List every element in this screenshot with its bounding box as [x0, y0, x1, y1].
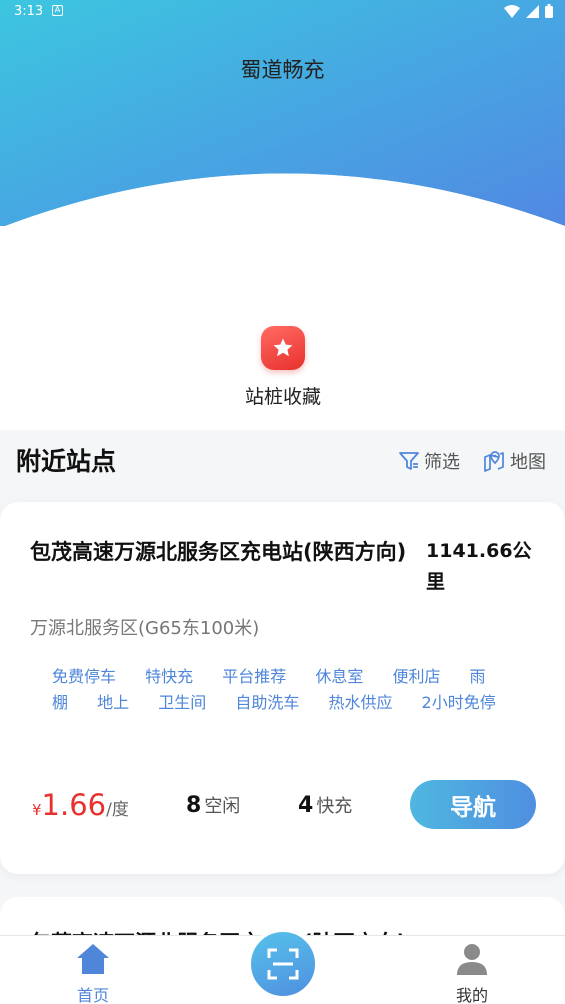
price-unit: /度: [106, 800, 129, 820]
fast-label: 快充: [316, 796, 353, 817]
price-currency: ¥: [32, 801, 42, 819]
station-name: 包茂高速万源北服务区充电站(陕西方向): [30, 540, 407, 564]
station-tags: 免费停车 特快充 平台推荐 休息室 便利店 雨棚 地上 卫生间 自助洗车 热水供…: [52, 664, 522, 716]
filter-button[interactable]: 筛选: [398, 448, 460, 474]
free-label: 空闲: [204, 796, 241, 817]
wifi-icon: [504, 4, 520, 18]
tag-item: 特快充: [145, 667, 194, 686]
tab-home-label: 首页: [76, 986, 109, 1004]
favorites-label: 站桩收藏: [244, 386, 321, 408]
tab-mine-label: 我的: [455, 986, 488, 1004]
station-favorites-button[interactable]: 站桩收藏: [232, 326, 334, 409]
tab-home[interactable]: 首页: [33, 936, 153, 1004]
station-subtitle: 万源北服务区(G65东100米): [30, 618, 260, 639]
notification-icon: A: [52, 5, 63, 16]
tag-item: 卫生间: [158, 693, 207, 712]
fast-piles: 4 快充: [298, 792, 352, 818]
section-title: 附近站点: [16, 447, 117, 476]
filter-icon: [399, 452, 419, 470]
scan-button[interactable]: [247, 928, 319, 1000]
status-time: 3:13: [14, 4, 44, 19]
filter-label: 筛选: [424, 452, 460, 473]
signal-icon: [526, 4, 539, 18]
status-bar: 3:13 A: [0, 0, 565, 24]
station-price: ¥1.66/度: [32, 788, 129, 822]
navigate-button[interactable]: 导航: [410, 780, 536, 829]
free-count: 8: [186, 793, 202, 818]
user-icon: [457, 944, 487, 975]
tag-item: 地上: [97, 693, 130, 712]
map-label: 地图: [510, 452, 546, 473]
scan-icon: [267, 948, 299, 980]
battery-icon: [545, 4, 553, 18]
nearby-section-header: 附近站点 筛选 地图: [0, 440, 565, 480]
home-icon: [77, 944, 109, 974]
fast-count: 4: [298, 793, 314, 818]
tag-item: 2小时免停: [421, 693, 496, 712]
star-icon: [261, 326, 305, 370]
tag-item: 自助洗车: [235, 693, 300, 712]
tag-item: 热水供应: [328, 693, 393, 712]
app-title: 蜀道畅充: [240, 58, 325, 82]
map-pin-icon: [484, 451, 504, 472]
tag-item: 平台推荐: [222, 667, 287, 686]
tag-item: 便利店: [392, 667, 441, 686]
price-value: 1.66: [41, 788, 107, 822]
station-card[interactable]: 包茂高速万源北服务区充电站(陕西方向) 1141.66公里 万源北服务区(G65…: [0, 502, 565, 874]
tag-item: 免费停车: [52, 667, 117, 686]
status-icons: [504, 4, 553, 18]
free-piles: 8 空闲: [186, 792, 240, 818]
tag-item: 休息室: [315, 667, 364, 686]
station-distance: 1141.66公里: [426, 540, 532, 593]
map-button[interactable]: 地图: [482, 448, 546, 474]
tab-mine[interactable]: 我的: [412, 936, 532, 1004]
